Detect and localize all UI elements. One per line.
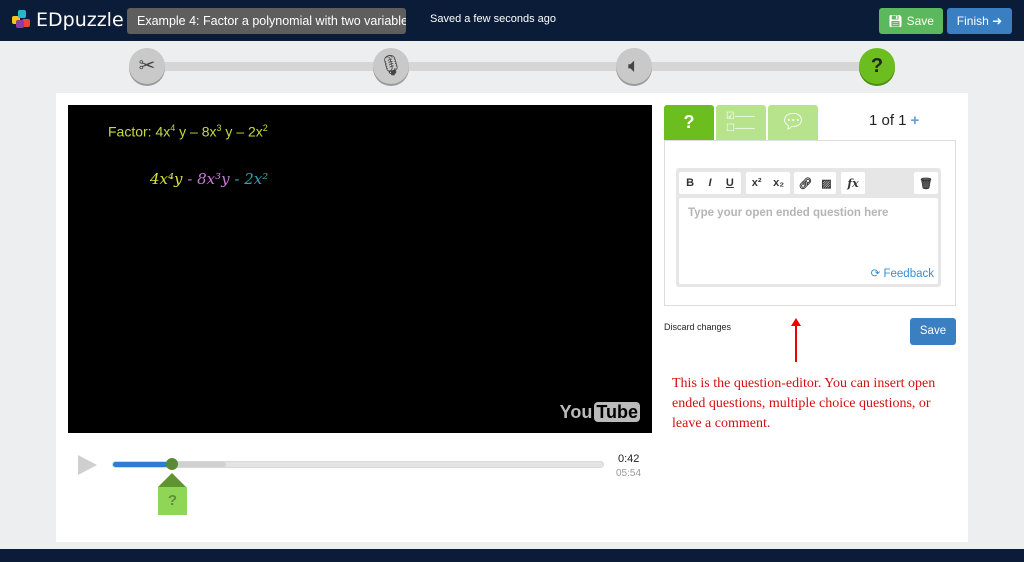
link-icon[interactable]: 🔗︎ [798,177,812,190]
question-counter: 1 of 1 + [869,112,919,129]
save-button[interactable]: 💾︎ Save [879,8,943,34]
video-title-input[interactable]: Example 4: Factor a polynomial with two … [127,8,406,34]
editor-toolbar: B I U x² x₂ 🔗︎ ▨ fx 🗑︎ Type your open en… [676,168,941,287]
italic-button[interactable]: I [708,177,711,189]
v-text: - 8x³y [182,170,230,188]
tab-open-ended[interactable]: ? [664,105,714,140]
question-icon: ? [683,112,695,132]
script-group: x² x₂ [746,172,790,194]
annotation-text: This is the question-editor. You can ins… [672,376,936,431]
step-audio-notes[interactable]: 🔈︎ [616,48,652,84]
seek-bar[interactable] [112,461,604,468]
step-questions[interactable]: ? [859,48,895,84]
video-player[interactable]: Factor: 4x4 y – 8x3 y – 2x2 4x⁴y - 8x³y … [68,105,652,433]
feedback-label: Feedback [883,268,934,280]
yt-text: Tube [594,402,640,422]
formula-button[interactable]: fx [841,172,865,194]
v-text: y – 8x [175,123,217,140]
formula-icon: fx [847,176,859,190]
step-cut[interactable]: ✂ [129,48,165,84]
add-question-button[interactable]: + [911,112,920,129]
v-text: 4x [155,123,171,140]
puzzle-logo-icon [12,10,32,30]
yt-text: You [559,402,593,422]
tab-multiple-choice[interactable]: ☑—— ☐—— [716,105,766,140]
delete-button[interactable]: 🗑︎ [914,172,938,194]
annotation-arrow [791,318,801,362]
question-marker[interactable]: ? [158,487,187,515]
microphone-icon: 🎙︎ [378,55,404,77]
play-button[interactable] [78,455,97,475]
save-icon: 💾︎ [888,14,907,28]
speaker-icon: 🔈︎ [628,55,640,77]
tab-comment[interactable]: 💬︎ [768,105,818,140]
question-placeholder: Type your open ended question here [688,207,889,219]
v-text: 4x⁴y [150,170,183,188]
checklist-icon: ☑—— ☐—— [726,111,755,134]
image-icon[interactable]: ▨ [821,177,831,190]
save-status: Saved a few seconds ago [430,13,556,25]
duration: 05:54 [616,468,642,479]
seek-handle[interactable] [166,458,178,470]
format-group: B I U [679,172,741,194]
v-text: Factor: [108,123,156,140]
video-text-line2: 4x⁴y - 8x³y - 2x² [150,170,268,188]
marker-pointer [158,473,186,487]
brand-name: EDpuzzle [36,9,124,31]
scissors-icon: ✂ [138,55,156,77]
current-time: 0:42 [618,453,640,465]
v-text: 2 [262,123,268,133]
trash-icon: 🗑︎ [919,177,933,190]
discard-changes-link[interactable]: Discard changes [664,322,731,332]
v-text: y – 2x [221,123,263,140]
save-label: Save [906,14,934,28]
feedback-link[interactable]: ⟳ Feedback [871,266,934,280]
subscript-button[interactable]: x₂ [773,177,784,189]
counter-text: 1 of 1 [869,112,907,129]
underline-button[interactable]: U [726,177,734,189]
steps-track [147,62,875,71]
insert-group: 🔗︎ ▨ [794,172,836,194]
logo[interactable]: EDpuzzle [12,9,124,31]
refresh-icon: ⟳ [870,268,884,280]
finish-label: Finish [956,14,989,28]
comment-icon: 💬︎ [780,111,806,133]
superscript-button[interactable]: x² [752,177,762,189]
youtube-logo[interactable]: You Tube [558,402,640,423]
question-input[interactable]: Type your open ended question here ⟳ Fee… [679,198,938,284]
bold-button[interactable]: B [686,177,694,189]
step-voiceover[interactable]: 🎙︎ [373,48,409,84]
bottom-bar [0,549,1024,562]
top-bar: EDpuzzle Example 4: Factor a polynomial … [0,0,1024,41]
finish-button[interactable]: Finish ➜ [947,8,1012,34]
save-question-button[interactable]: Save [910,318,956,345]
progress-fill [113,462,172,467]
v-text: - 2x² [229,170,269,188]
video-text-line1: Factor: 4x4 y – 8x3 y – 2x2 [108,123,268,140]
exit-icon: ➜ [988,14,1003,28]
question-icon: ? [870,55,884,77]
